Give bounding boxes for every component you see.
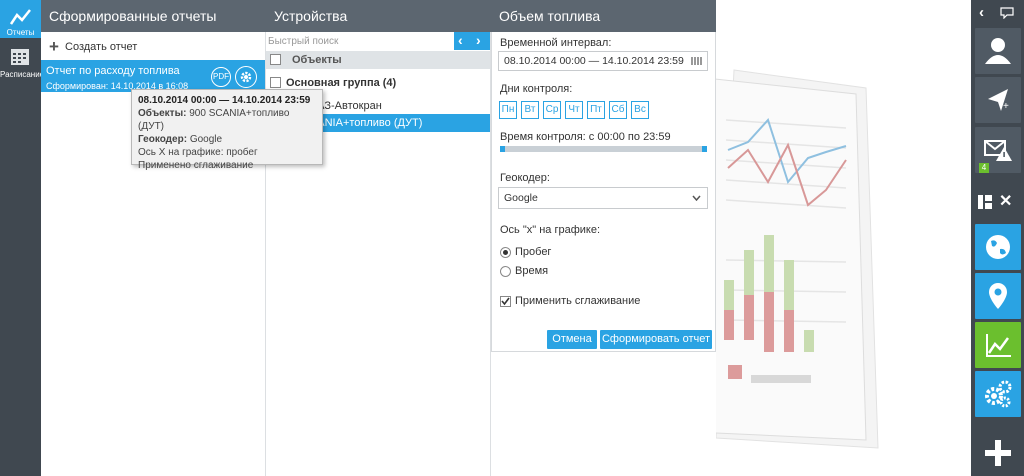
chart-line-icon (10, 9, 31, 25)
map-button[interactable] (975, 224, 1021, 270)
search-nav: ‹ › (454, 32, 490, 50)
geocoder-value: Google (504, 192, 538, 204)
chevron-right-icon[interactable]: › (476, 32, 481, 49)
day-tue[interactable]: Вт (521, 101, 539, 119)
radio-mileage-label: Пробег (515, 246, 552, 258)
form-header: Объем топлива (491, 0, 716, 32)
gear-icon (240, 71, 252, 83)
nav-schedule-label: Расписание (0, 70, 45, 79)
day-sat[interactable]: Сб (609, 101, 627, 119)
smooth-checkbox[interactable] (500, 296, 511, 307)
user-icon (985, 38, 1011, 64)
group-label: Основная группа (4) (286, 77, 397, 89)
user-button[interactable] (975, 28, 1021, 74)
svg-text:+: + (1003, 101, 1009, 112)
cancel-button[interactable]: Отмена (547, 330, 597, 349)
day-wed[interactable]: Ср (543, 101, 561, 119)
interval-input[interactable]: 08.10.2014 00:00 — 14.10.2014 23:59 (498, 51, 708, 71)
day-thu[interactable]: Чт (565, 101, 583, 119)
search-input[interactable]: Быстрый поиск (268, 34, 454, 50)
pdf-button[interactable]: PDF (211, 67, 231, 87)
radio-time[interactable] (500, 266, 511, 277)
messages-warning-button[interactable]: 4 (975, 127, 1021, 173)
day-fri[interactable]: Пт (587, 101, 605, 119)
layout-toggle[interactable]: ✕ (975, 188, 1021, 216)
tooltip-geocoder: Геокодер: Google (138, 133, 316, 146)
day-mon[interactable]: Пн (499, 101, 517, 119)
gears-icon (985, 380, 1012, 408)
report-title: Отчет по расходу топлива (46, 65, 180, 77)
tooltip-axis: Ось X на графике: пробег (138, 147, 258, 158)
tooltip-objects-label: Объекты: (138, 108, 187, 119)
interval-value: 08.10.2014 00:00 — 14.10.2014 23:59 (504, 55, 684, 67)
time-label: Время контроля: с 00:00 по 23:59 (500, 131, 671, 143)
check-icon (501, 297, 510, 306)
submit-report-button[interactable]: Сформировать отчет (600, 330, 712, 349)
days-label: Дни контроля: (500, 83, 573, 95)
add-module-button[interactable] (975, 430, 1021, 476)
report-illustration-icon (716, 69, 879, 449)
chat-icon[interactable] (1000, 7, 1014, 19)
time-slider[interactable] (500, 146, 707, 152)
location-button[interactable] (975, 273, 1021, 319)
report-settings-button[interactable] (235, 66, 257, 88)
devices-header: Устройства (266, 0, 491, 32)
create-report-button[interactable]: + Создать отчет (49, 37, 137, 57)
axis-label: Ось "x" на графике: (500, 224, 601, 236)
interval-label: Временной интервал: (500, 37, 612, 49)
tooltip-geocoder-value: Google (189, 134, 223, 145)
create-report-label: Создать отчет (65, 41, 138, 54)
collapse-left-icon[interactable]: ‹ (979, 4, 984, 21)
placeholder-illustration (716, 0, 971, 476)
tooltip-interval: 08.10.2014 00:00 — 14.10.2014 23:59 (138, 95, 311, 106)
select-all-checkbox[interactable] (270, 54, 281, 65)
settings-button[interactable] (975, 371, 1021, 417)
nav-schedule[interactable]: Расписание (0, 44, 45, 82)
objects-column-header: Объекты (266, 51, 490, 69)
reports-header: Сформированные отчеты (41, 0, 266, 32)
smooth-label: Применить сглаживание (515, 295, 641, 307)
messages-badge: 4 (979, 163, 989, 173)
calendar-picker-icon[interactable] (691, 57, 703, 65)
slider-handle-end[interactable] (702, 146, 707, 152)
objects-column-label: Объекты (292, 54, 342, 66)
layout-icon (978, 195, 992, 209)
plus-icon: + (49, 37, 59, 57)
geocoder-select[interactable]: Google (498, 187, 708, 209)
slider-handle-start[interactable] (500, 146, 505, 152)
calendar-icon (11, 49, 29, 65)
geocoder-label: Геокодер: (500, 172, 550, 184)
tooltip-smooth: Применено сглаживание (138, 160, 254, 171)
reports-module-button[interactable] (975, 322, 1021, 368)
plus-icon (985, 440, 1011, 466)
tooltip-geocoder-label: Геокодер: (138, 134, 188, 145)
tooltip-objects: Объекты: 900 SCANIA+топливо (ДУТ) (138, 107, 316, 133)
form-panel: Временной интервал: 08.10.2014 00:00 — 1… (491, 32, 716, 476)
navigate-button[interactable]: + (975, 77, 1021, 123)
report-tooltip: 08.10.2014 00:00 — 14.10.2014 23:59 Объе… (131, 89, 323, 171)
left-nav: Отчеты Расписание (0, 0, 45, 476)
radio-time-label: Время (515, 265, 549, 277)
report-item[interactable]: Отчет по расходу топлива Сформирован: 14… (41, 60, 265, 92)
nav-reports[interactable]: Отчеты (0, 0, 41, 38)
radio-mileage[interactable] (500, 247, 511, 258)
chevron-down-icon (692, 195, 701, 201)
chart-line-icon (986, 334, 1011, 357)
navigate-arrow-icon: + (988, 89, 1009, 112)
day-sun[interactable]: Вс (631, 101, 649, 119)
nav-reports-label: Отчеты (6, 28, 35, 37)
map-pin-icon (989, 283, 1007, 309)
chevron-left-icon[interactable]: ‹ (458, 32, 463, 49)
globe-icon (986, 235, 1010, 259)
close-icon[interactable]: ✕ (999, 191, 1012, 211)
group-checkbox[interactable] (270, 77, 281, 88)
